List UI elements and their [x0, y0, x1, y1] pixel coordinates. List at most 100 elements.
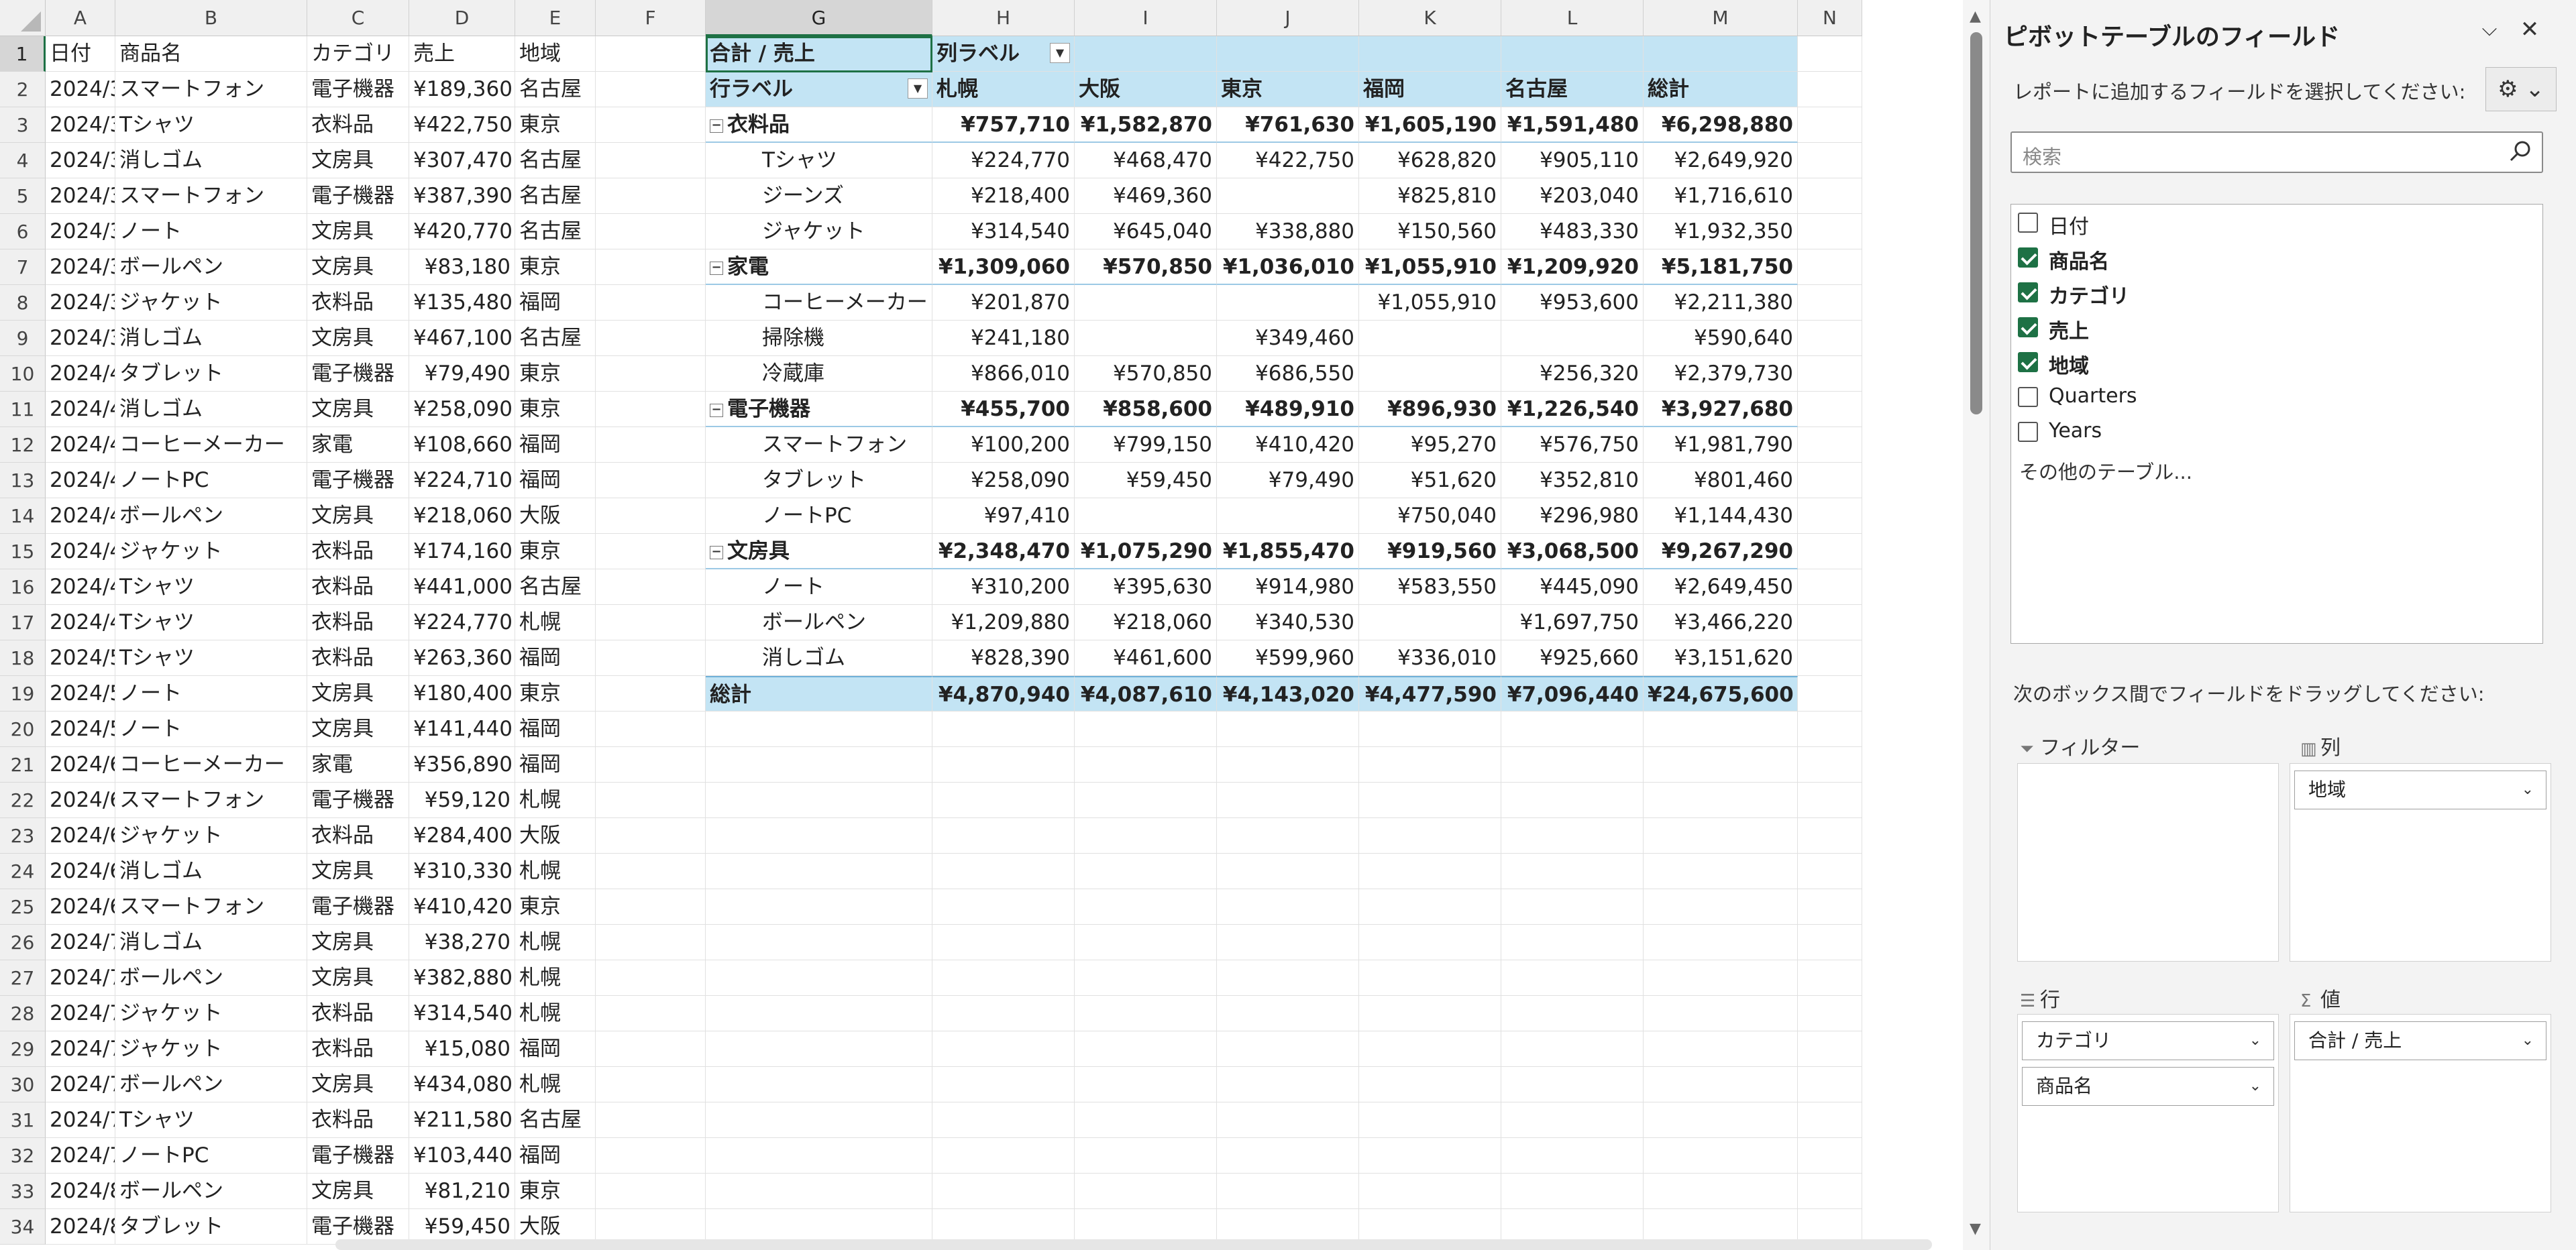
- source-data-cell[interactable]: 2024/7/28: [46, 1102, 115, 1138]
- column-header-f[interactable]: F: [596, 0, 706, 36]
- pivot-value-cell[interactable]: ¥224,770: [932, 143, 1075, 178]
- row-header-9[interactable]: 9: [0, 321, 46, 356]
- field-checkbox[interactable]: [2018, 282, 2038, 302]
- field-checkbox[interactable]: [2018, 317, 2038, 337]
- pivot-value-cell[interactable]: ¥4,087,610: [1075, 676, 1217, 712]
- grid-cell[interactable]: [1501, 996, 1644, 1031]
- grid-cell[interactable]: [1798, 712, 1862, 747]
- pivot-value-cell[interactable]: ¥7,096,440: [1501, 676, 1644, 712]
- grid-cell[interactable]: [932, 925, 1075, 960]
- source-data-cell[interactable]: 2024/3/27: [46, 214, 115, 249]
- source-data-cell[interactable]: 札幌: [515, 925, 596, 960]
- gear-icon[interactable]: ⚙ ⌄: [2485, 67, 2557, 111]
- grid-cell[interactable]: [706, 925, 932, 960]
- chevron-down-icon[interactable]: ⌄: [2522, 771, 2534, 809]
- grid-cell[interactable]: [1075, 712, 1217, 747]
- pivot-value-cell[interactable]: ¥1,209,920: [1501, 249, 1644, 285]
- pivot-value-cell[interactable]: ¥1,591,480: [1501, 107, 1644, 143]
- grid-cell[interactable]: [1501, 1031, 1644, 1067]
- grid-cell[interactable]: [706, 1067, 932, 1102]
- source-data-cell[interactable]: ノート: [115, 676, 307, 712]
- grid-cell[interactable]: [706, 1174, 932, 1209]
- row-header-11[interactable]: 11: [0, 392, 46, 427]
- field-checkbox[interactable]: [2018, 387, 2038, 407]
- pivot-region-header[interactable]: 名古屋: [1501, 72, 1644, 107]
- grid-cell[interactable]: [1359, 960, 1501, 996]
- grid-cell[interactable]: [596, 249, 706, 285]
- source-data-cell[interactable]: 2024/6/25: [46, 854, 115, 889]
- source-data-cell[interactable]: ジャケット: [115, 1031, 307, 1067]
- pivot-value-cell[interactable]: ¥79,490: [1217, 463, 1359, 498]
- pivot-value-cell[interactable]: ¥570,850: [1075, 249, 1217, 285]
- source-data-cell[interactable]: ¥467,100: [409, 321, 515, 356]
- pivot-value-cell[interactable]: ¥352,810: [1501, 463, 1644, 498]
- source-data-cell[interactable]: 札幌: [515, 960, 596, 996]
- grid-cell[interactable]: [1644, 712, 1798, 747]
- grid-cell[interactable]: [1798, 605, 1862, 640]
- source-data-cell[interactable]: スマートフォン: [115, 178, 307, 214]
- horizontal-scrollbar[interactable]: [335, 1239, 1932, 1250]
- pivot-value-cell[interactable]: ¥256,320: [1501, 356, 1644, 392]
- pivot-value-cell[interactable]: ¥3,068,500: [1501, 534, 1644, 569]
- grid-cell[interactable]: [596, 1102, 706, 1138]
- grid-cell[interactable]: [1501, 889, 1644, 925]
- columns-drop-area[interactable]: 地域 ⌄: [2290, 763, 2551, 962]
- source-data-cell[interactable]: ¥218,060: [409, 498, 515, 534]
- pivot-region-header[interactable]: 札幌: [932, 72, 1075, 107]
- source-data-cell[interactable]: ¥410,420: [409, 889, 515, 925]
- source-data-cell[interactable]: ¥180,400: [409, 676, 515, 712]
- grid-cell[interactable]: [1798, 783, 1862, 818]
- source-data-cell[interactable]: 電子機器: [307, 783, 409, 818]
- source-data-cell[interactable]: 電子機器: [307, 1138, 409, 1174]
- source-data-cell[interactable]: 福岡: [515, 285, 596, 321]
- grid-cell[interactable]: [1644, 925, 1798, 960]
- pivot-row-label-item[interactable]: コーヒーメーカー: [706, 285, 932, 321]
- grid-cell[interactable]: [596, 747, 706, 783]
- row-header-5[interactable]: 5: [0, 178, 46, 214]
- grid-cell[interactable]: [596, 534, 706, 569]
- pivot-value-cell[interactable]: ¥340,530: [1217, 605, 1359, 640]
- grid-cell[interactable]: [1359, 889, 1501, 925]
- grid-cell[interactable]: [1501, 1102, 1644, 1138]
- grid-cell[interactable]: [1798, 498, 1862, 534]
- pivot-value-cell[interactable]: ¥2,649,450: [1644, 569, 1798, 605]
- values-field-chip[interactable]: 合計 / 売上 ⌄: [2294, 1021, 2546, 1060]
- column-header-i[interactable]: I: [1075, 0, 1217, 36]
- pivot-region-header[interactable]: 大阪: [1075, 72, 1217, 107]
- grid-cell[interactable]: [1359, 818, 1501, 854]
- filter-dropdown-icon[interactable]: ▼: [1050, 43, 1070, 63]
- columns-field-chip[interactable]: 地域 ⌄: [2294, 771, 2546, 809]
- grid-cell[interactable]: [1217, 889, 1359, 925]
- pivot-value-cell[interactable]: ¥757,710: [932, 107, 1075, 143]
- grid-cell[interactable]: [1359, 1102, 1501, 1138]
- grid-cell[interactable]: [1644, 960, 1798, 996]
- pivot-value-cell[interactable]: ¥761,630: [1217, 107, 1359, 143]
- grid-cell[interactable]: [1501, 747, 1644, 783]
- source-data-cell[interactable]: 文房具: [307, 854, 409, 889]
- source-data-cell[interactable]: 2024/3/15: [46, 72, 115, 107]
- source-data-cell[interactable]: 東京: [515, 1174, 596, 1209]
- grid-cell[interactable]: [1501, 712, 1644, 747]
- grid-cell[interactable]: [596, 1031, 706, 1067]
- grid-cell[interactable]: [932, 818, 1075, 854]
- pivot-value-cell[interactable]: ¥1,075,290: [1075, 534, 1217, 569]
- grid-cell[interactable]: [1075, 747, 1217, 783]
- pivot-row-label-item[interactable]: Tシャツ: [706, 143, 932, 178]
- grid-cell[interactable]: [706, 1031, 932, 1067]
- grid-cell[interactable]: [1644, 1102, 1798, 1138]
- close-icon[interactable]: ✕: [2516, 16, 2543, 43]
- scroll-down-icon[interactable]: ▼: [1970, 1220, 1981, 1237]
- grid-cell[interactable]: [1644, 783, 1798, 818]
- grid-cell[interactable]: [1075, 783, 1217, 818]
- grid-cell[interactable]: [1217, 996, 1359, 1031]
- grid-cell[interactable]: [1798, 818, 1862, 854]
- grid-cell[interactable]: [1359, 1031, 1501, 1067]
- grid-cell[interactable]: [1798, 1102, 1862, 1138]
- source-data-cell[interactable]: 消しゴム: [115, 925, 307, 960]
- source-data-cell[interactable]: ノートPC: [115, 1138, 307, 1174]
- pivot-value-cell[interactable]: ¥4,143,020: [1217, 676, 1359, 712]
- source-data-cell[interactable]: タブレット: [115, 356, 307, 392]
- source-data-cell[interactable]: Tシャツ: [115, 605, 307, 640]
- grid-cell[interactable]: [1798, 1067, 1862, 1102]
- grid-cell[interactable]: [706, 1138, 932, 1174]
